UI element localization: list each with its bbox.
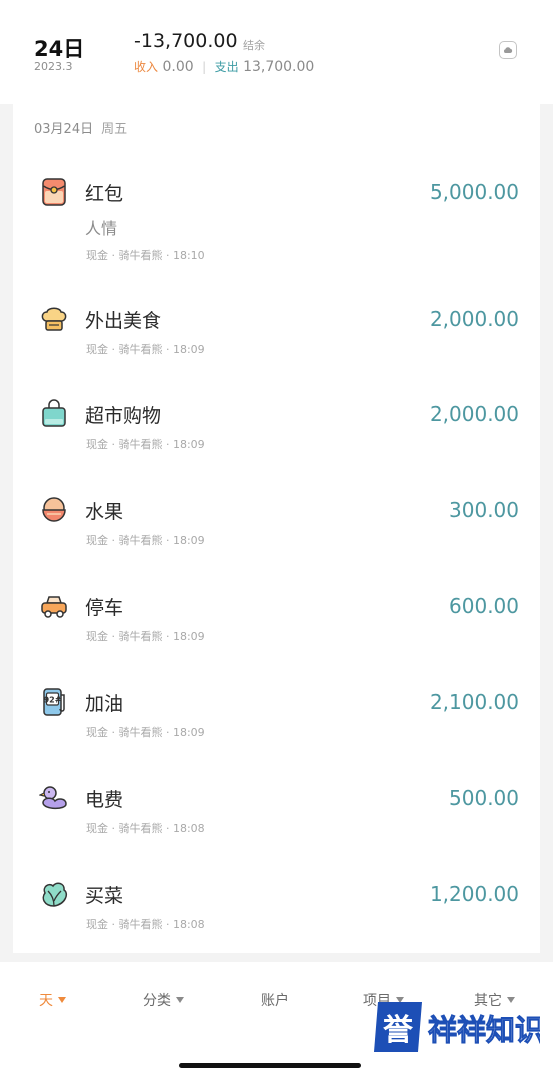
income-label: 收入 xyxy=(134,60,159,74)
entry-amount: 5,000.00 xyxy=(429,180,519,204)
entry-meta: 现金 · 骑牛看熊 · 18:09 xyxy=(86,534,205,547)
svg-text:祥祥知识: 祥祥知识 xyxy=(428,1013,540,1047)
day-group-header: 03月24日 周五 xyxy=(34,118,127,137)
nav-tab-category[interactable]: 分类 xyxy=(143,990,184,1010)
car-icon xyxy=(39,591,69,621)
transaction-row[interactable]: 买菜 现金 · 骑牛看熊 · 18:08 1,200.00 xyxy=(13,879,540,969)
chef-hat-icon xyxy=(39,304,69,334)
expense-value: 13,700.00 xyxy=(243,59,315,75)
category-name: 超市购物 xyxy=(85,405,162,427)
category-name: 红包 xyxy=(85,183,124,205)
header-balance: -13,700.00 xyxy=(134,30,238,52)
vegetable-icon xyxy=(39,879,69,909)
transaction-row[interactable]: 停车 现金 · 骑牛看熊 · 18:09 600.00 xyxy=(13,591,540,681)
header-month[interactable]: 2023.3 xyxy=(34,60,73,73)
category-name: 加油 xyxy=(85,693,124,715)
nav-tab-account[interactable]: 账户 xyxy=(261,990,289,1010)
fruit-bowl-icon xyxy=(39,495,69,525)
shopping-bag-icon xyxy=(39,399,69,429)
entry-amount: 1,200.00 xyxy=(429,882,519,906)
expense-label: 支出 xyxy=(214,60,239,74)
transaction-row[interactable]: 红包 人情 现金 · 骑牛看熊 · 18:10 5,000.00 xyxy=(13,177,540,267)
chevron-down-icon xyxy=(58,997,66,1003)
category-name: 买菜 xyxy=(85,885,124,907)
entry-meta: 现金 · 骑牛看熊 · 18:08 xyxy=(86,822,205,835)
entry-meta: 现金 · 骑牛看熊 · 18:09 xyxy=(86,438,205,451)
entry-amount: 2,000.00 xyxy=(429,307,519,331)
entry-amount: 2,100.00 xyxy=(429,690,519,714)
entry-amount: 300.00 xyxy=(449,498,519,522)
group-weekday: 周五 xyxy=(101,122,128,137)
nav-tab-category-label: 分类 xyxy=(143,993,171,1009)
entry-note: 人情 xyxy=(85,219,118,238)
category-name: 停车 xyxy=(85,597,124,619)
entry-meta: 现金 · 骑牛看熊 · 18:10 xyxy=(86,249,205,262)
entry-amount: 2,000.00 xyxy=(429,402,519,426)
header-day[interactable]: 24日 xyxy=(34,33,84,63)
cloud-sync-icon[interactable] xyxy=(499,41,517,59)
header-balance-label: 结余 xyxy=(243,39,265,52)
entry-meta: 现金 · 骑牛看熊 · 18:08 xyxy=(86,918,205,931)
svg-text:92#: 92# xyxy=(44,696,62,705)
summary-header: 24日 2023.3 -13,700.00 结余 收入 0.00 | 支出 13… xyxy=(0,0,553,104)
transaction-row[interactable]: 水果 现金 · 骑牛看熊 · 18:09 300.00 xyxy=(13,495,540,585)
red-envelope-icon xyxy=(39,177,69,207)
transaction-row[interactable]: 92# 加油 现金 · 骑牛看熊 · 18:09 2,100.00 xyxy=(13,687,540,777)
svg-text:誉: 誉 xyxy=(383,1013,414,1048)
entry-meta: 现金 · 骑牛看熊 · 18:09 xyxy=(86,630,205,643)
nav-tab-day[interactable]: 天 xyxy=(39,990,66,1010)
transaction-row[interactable]: 超市购物 现金 · 骑牛看熊 · 18:09 2,000.00 xyxy=(13,399,540,489)
nav-tab-day-label: 天 xyxy=(39,993,53,1009)
income-value: 0.00 xyxy=(162,59,194,75)
category-name: 水果 xyxy=(85,501,124,523)
header-income-expense: 收入 0.00 | 支出 13,700.00 xyxy=(134,58,314,75)
transaction-row[interactable]: 电费 现金 · 骑牛看熊 · 18:08 500.00 xyxy=(13,783,540,873)
category-name: 电费 xyxy=(85,789,124,811)
category-name: 外出美食 xyxy=(85,310,162,332)
transaction-row[interactable]: 外出美食 现金 · 骑牛看熊 · 18:09 2,000.00 xyxy=(13,304,540,394)
entry-meta: 现金 · 骑牛看熊 · 18:09 xyxy=(86,343,205,356)
divider: | xyxy=(202,60,207,74)
entry-amount: 500.00 xyxy=(449,786,519,810)
entry-meta: 现金 · 骑牛看熊 · 18:09 xyxy=(86,726,205,739)
duck-icon xyxy=(38,783,69,813)
transaction-card: 03月24日 周五 红包 人情 现金 · 骑牛看熊 · 18:10 5,000.0… xyxy=(13,104,540,953)
entry-amount: 600.00 xyxy=(449,594,519,618)
watermark-logo: 誉 祥祥知识 xyxy=(372,996,545,1058)
chevron-down-icon xyxy=(176,997,184,1003)
nav-tab-account-label: 账户 xyxy=(261,993,289,1009)
fuel-pump-icon: 92# xyxy=(39,687,69,717)
group-date: 03月24日 xyxy=(34,122,94,137)
home-indicator[interactable] xyxy=(179,1063,361,1068)
